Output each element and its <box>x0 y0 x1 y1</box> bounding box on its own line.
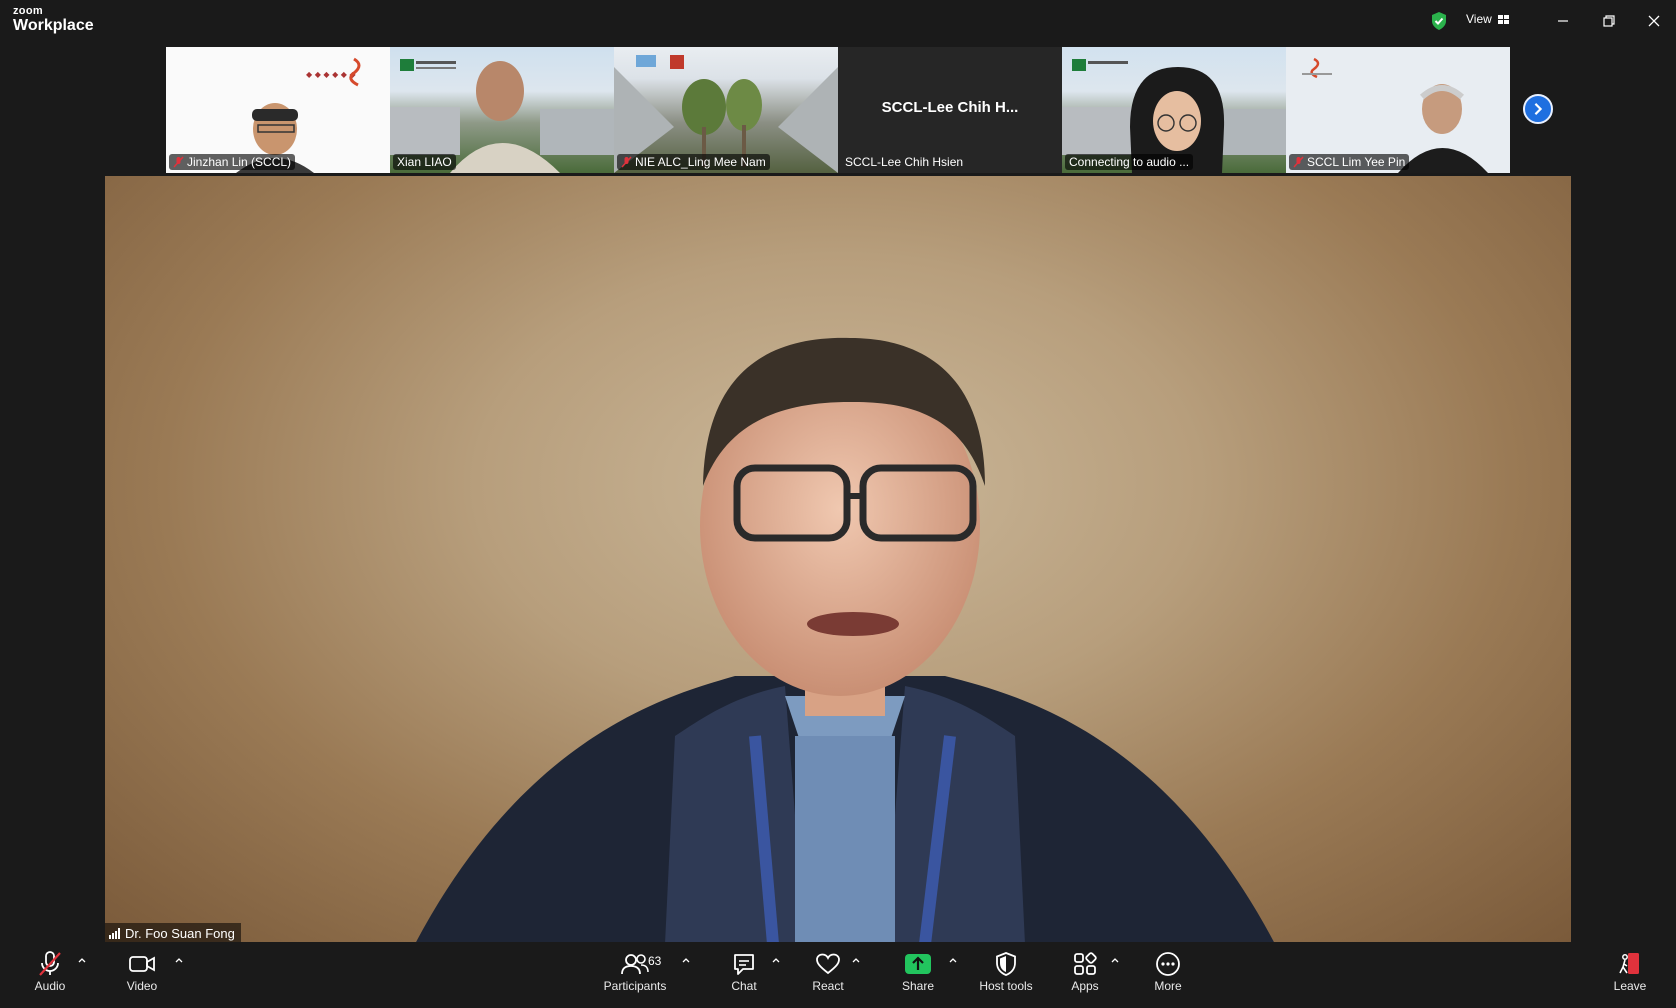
speaker-name-tag: Dr. Foo Suan Fong <box>105 923 241 944</box>
shield-icon <box>996 952 1016 976</box>
chat-label: Chat <box>731 979 757 993</box>
svg-text:◆ ◆ ◆ ◆ ◆ ◆: ◆ ◆ ◆ ◆ ◆ ◆ <box>306 70 356 79</box>
share-arrow-icon <box>905 954 931 974</box>
participant-name-tag: Jinzhan Lin (SCCL) <box>169 154 296 170</box>
chevron-up-icon[interactable] <box>174 956 184 964</box>
chevron-up-icon[interactable] <box>851 956 861 964</box>
host-tools-button[interactable]: Host tools <box>973 942 1039 1008</box>
restore-icon[interactable] <box>1598 10 1620 32</box>
view-label: View <box>1466 12 1492 26</box>
share-label: Share <box>901 979 935 993</box>
react-button[interactable]: React <box>804 942 852 1008</box>
thumbnail-tile[interactable]: Connecting to audio ... <box>1062 47 1286 173</box>
more-label: More <box>1154 979 1182 993</box>
participant-name: NIE ALC_Ling Mee Nam <box>635 155 766 169</box>
participant-name-tag: SCCL Lim Yee Pin <box>1289 154 1410 170</box>
signal-icon <box>109 928 120 939</box>
thumbnail-tile[interactable]: SCCL-Lee Chih H... SCCL-Lee Chih Hsien <box>838 47 1062 173</box>
thumbnail-tile[interactable]: Xian LIAO <box>390 47 614 173</box>
participant-name: Connecting to audio ... <box>1069 155 1190 169</box>
chevron-up-icon[interactable] <box>948 956 958 964</box>
host-tools-label: Host tools <box>979 979 1033 993</box>
apps-icon <box>1074 952 1097 975</box>
mic-off-icon <box>1293 156 1304 168</box>
participant-name: Jinzhan Lin (SCCL) <box>187 155 292 169</box>
mic-off-icon <box>173 156 184 168</box>
more-button[interactable]: More <box>1146 942 1190 1008</box>
participant-name-tag: NIE ALC_Ling Mee Nam <box>617 154 770 170</box>
speaker-video <box>415 337 1275 944</box>
mic-off-icon <box>39 951 61 976</box>
grid-icon <box>1497 14 1509 24</box>
camera-icon <box>129 956 155 972</box>
participant-name: SCCL Lim Yee Pin <box>1307 155 1406 169</box>
participants-icon <box>621 954 649 975</box>
brand-large: Workplace <box>13 17 94 34</box>
participant-name: Xian LIAO <box>397 155 452 169</box>
chat-button[interactable]: Chat <box>720 942 768 1008</box>
chevron-up-icon[interactable] <box>77 956 87 964</box>
participants-label: Participants <box>603 979 667 993</box>
heart-icon <box>816 953 840 975</box>
title-bar: zoom Workplace View <box>0 0 1676 44</box>
react-label: React <box>812 979 844 993</box>
speaker-name: Dr. Foo Suan Fong <box>125 926 235 941</box>
participants-button[interactable]: Participants <box>600 942 670 1008</box>
mic-off-icon <box>621 156 632 168</box>
participant-name-tag: SCCL-Lee Chih Hsien <box>841 154 967 170</box>
participant-name: SCCL-Lee Chih Hsien <box>845 155 964 169</box>
brand-small: zoom <box>13 5 43 17</box>
participant-name-tag: Connecting to audio ... <box>1065 154 1194 170</box>
apps-label: Apps <box>1071 979 1099 993</box>
thumbnail-tile[interactable]: SCCL Lim Yee Pin <box>1286 47 1510 173</box>
participants-count: 63 <box>648 954 662 968</box>
meeting-toolbar: Audio Video Participants 63 Chat React S… <box>0 942 1676 1008</box>
apps-button[interactable]: Apps <box>1063 942 1107 1008</box>
main-video: Dr. Foo Suan Fong <box>105 176 1571 944</box>
chevron-right-icon[interactable] <box>1523 94 1553 124</box>
participant-display-title: SCCL-Lee Chih H... <box>881 99 1019 116</box>
participant-name-tag: Xian LIAO <box>393 154 456 170</box>
shield-check-icon[interactable] <box>1430 11 1448 31</box>
app-logo: zoom Workplace <box>13 6 94 34</box>
leave-label: Leave <box>1613 979 1647 993</box>
share-button[interactable]: Share <box>896 942 940 1008</box>
close-icon[interactable] <box>1643 10 1665 32</box>
thumbnail-tile[interactable]: NIE ALC_Ling Mee Nam <box>614 47 838 173</box>
chevron-up-icon[interactable] <box>681 956 691 964</box>
thumbnail-tile[interactable]: ◆ ◆ ◆ ◆ ◆ ◆ Jinzhan Lin (SCCL) <box>166 47 390 173</box>
more-icon <box>1156 952 1180 976</box>
audio-button[interactable]: Audio <box>28 942 72 1008</box>
video-button[interactable]: Video <box>120 942 164 1008</box>
audio-label: Audio <box>34 979 66 993</box>
participant-thumbnails: ◆ ◆ ◆ ◆ ◆ ◆ Jinzhan Lin (SCCL) Xian LIAO <box>166 47 1510 173</box>
video-label: Video <box>126 979 158 993</box>
view-button[interactable]: View <box>1466 12 1509 26</box>
leave-button[interactable]: Leave <box>1608 942 1652 1008</box>
chevron-up-icon[interactable] <box>1110 956 1120 964</box>
chat-icon <box>734 954 754 975</box>
minimize-icon[interactable] <box>1552 10 1574 32</box>
chevron-up-icon[interactable] <box>771 956 781 964</box>
leave-door-icon <box>1619 953 1639 974</box>
